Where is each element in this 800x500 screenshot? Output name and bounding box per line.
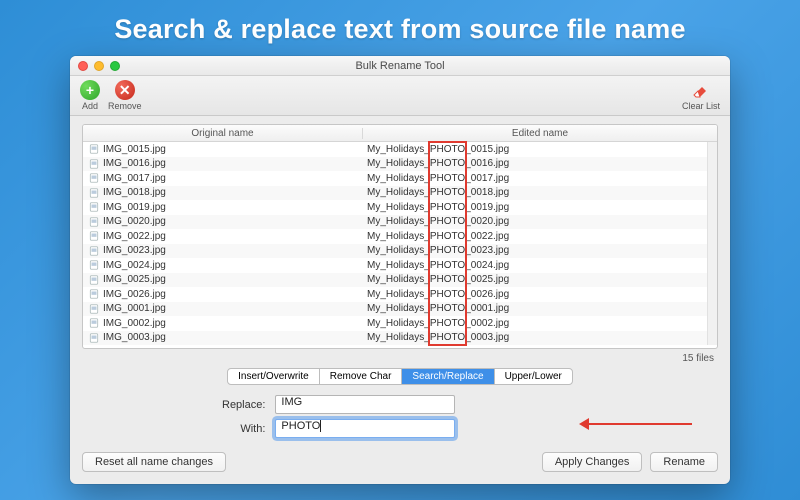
file-count: 15 files: [82, 349, 718, 366]
remove-button[interactable]: ✕ Remove: [108, 80, 142, 111]
edited-name: My_Holidays_PHOTO_0020.jpg: [363, 216, 707, 227]
original-name: IMG_0020.jpg: [103, 216, 166, 227]
table-row[interactable]: IMG_0001.jpg My_Holidays_PHOTO_0001.jpg: [83, 302, 707, 317]
footer: Reset all name changes Apply Changes Ren…: [70, 442, 730, 484]
plus-icon: +: [80, 80, 100, 100]
edited-name: My_Holidays_PHOTO_0025.jpg: [363, 274, 707, 285]
table-row[interactable]: IMG_0017.jpg My_Holidays_PHOTO_0017.jpg: [83, 171, 707, 186]
original-name: IMG_0024.jpg: [103, 260, 166, 271]
edited-name: My_Holidays_PHOTO_0016.jpg: [363, 158, 707, 169]
table-row[interactable]: IMG_0024.jpg My_Holidays_PHOTO_0024.jpg: [83, 258, 707, 273]
file-icon: [89, 318, 99, 328]
table-row[interactable]: IMG_0019.jpg My_Holidays_PHOTO_0019.jpg: [83, 200, 707, 215]
original-name: IMG_0022.jpg: [103, 231, 166, 242]
table-row[interactable]: IMG_0003.jpg My_Holidays_PHOTO_0003.jpg: [83, 331, 707, 346]
original-name: IMG_0017.jpg: [103, 173, 166, 184]
edited-name: My_Holidays_PHOTO_0002.jpg: [363, 318, 707, 329]
file-icon: [89, 289, 99, 299]
content-area: Original name Edited name IMG_0015.jpg My…: [70, 116, 730, 442]
toolbar: + Add ✕ Remove Clear List: [70, 76, 730, 116]
window-title: Bulk Rename Tool: [70, 60, 730, 72]
app-window: Bulk Rename Tool + Add ✕ Remove Clear Li…: [70, 56, 730, 484]
clear-list-label: Clear List: [682, 101, 720, 111]
file-icon: [89, 275, 99, 285]
edited-name: My_Holidays_PHOTO_0023.jpg: [363, 245, 707, 256]
original-name: IMG_0002.jpg: [103, 318, 166, 329]
file-icon: [89, 333, 99, 343]
remove-label: Remove: [108, 101, 142, 111]
rename-button[interactable]: Rename: [650, 452, 718, 472]
apply-changes-button[interactable]: Apply Changes: [542, 452, 643, 472]
list-rows[interactable]: IMG_0015.jpgMy_Holidays_PHOTO_0015.jpgIM…: [83, 142, 707, 345]
replace-input[interactable]: IMG: [275, 395, 455, 414]
tab-insert-overwrite[interactable]: Insert/Overwrite: [228, 369, 320, 384]
scrollbar[interactable]: [707, 142, 717, 345]
edited-name: My_Holidays_PHOTO_0001.jpg: [363, 303, 707, 314]
table-row[interactable]: IMG_0023.jpg My_Holidays_PHOTO_0023.jpg: [83, 244, 707, 259]
file-icon: [89, 304, 99, 314]
x-icon: ✕: [115, 80, 135, 100]
original-name: IMG_0018.jpg: [103, 187, 166, 198]
tab-search-replace[interactable]: Search/Replace: [402, 369, 494, 384]
original-name: IMG_0003.jpg: [103, 332, 166, 343]
with-label: With:: [222, 423, 265, 435]
reset-button[interactable]: Reset all name changes: [82, 452, 226, 472]
tab-upper-lower[interactable]: Upper/Lower: [495, 369, 572, 384]
file-icon: [89, 159, 99, 169]
file-icon: [89, 173, 99, 183]
file-icon: [89, 188, 99, 198]
file-icon: [89, 217, 99, 227]
col-original[interactable]: Original name: [83, 128, 363, 139]
tab-remove-char[interactable]: Remove Char: [320, 369, 403, 384]
original-name: IMG_0025.jpg: [103, 274, 166, 285]
titlebar: Bulk Rename Tool: [70, 56, 730, 76]
callout-arrow: [582, 423, 692, 425]
add-label: Add: [82, 101, 98, 111]
original-name: IMG_0023.jpg: [103, 245, 166, 256]
search-replace-form: Replace: IMG With: PHOTO: [222, 395, 718, 438]
table-row[interactable]: IMG_0002.jpg My_Holidays_PHOTO_0002.jpg: [83, 316, 707, 331]
file-icon: [89, 144, 99, 154]
list-header: Original name Edited name: [83, 125, 717, 142]
table-row[interactable]: IMG_0020.jpg My_Holidays_PHOTO_0020.jpg: [83, 215, 707, 230]
clear-list-button[interactable]: Clear List: [682, 80, 720, 111]
edited-name: My_Holidays_PHOTO_0024.jpg: [363, 260, 707, 271]
original-name: IMG_0019.jpg: [103, 202, 166, 213]
eraser-icon: [691, 80, 711, 100]
mode-tabs: Insert/Overwrite Remove Char Search/Repl…: [82, 368, 718, 385]
table-row[interactable]: IMG_0015.jpg My_Holidays_PHOTO_0015.jpg: [83, 142, 707, 157]
edited-name: My_Holidays_PHOTO_0017.jpg: [363, 173, 707, 184]
marketing-headline: Search & replace text from source file n…: [0, 0, 800, 45]
table-row[interactable]: IMG_0016.jpg My_Holidays_PHOTO_0016.jpg: [83, 157, 707, 172]
table-row[interactable]: IMG_0022.jpg My_Holidays_PHOTO_0022.jpg: [83, 229, 707, 244]
file-icon: [89, 260, 99, 270]
replace-label: Replace:: [222, 399, 265, 411]
original-name: IMG_0016.jpg: [103, 158, 166, 169]
edited-name: My_Holidays_PHOTO_0018.jpg: [363, 187, 707, 198]
with-input[interactable]: PHOTO: [275, 419, 455, 438]
original-name: IMG_0001.jpg: [103, 303, 166, 314]
table-row[interactable]: IMG_0026.jpg My_Holidays_PHOTO_0026.jpg: [83, 287, 707, 302]
file-icon: [89, 231, 99, 241]
edited-name: My_Holidays_PHOTO_0022.jpg: [363, 231, 707, 242]
edited-name: My_Holidays_PHOTO_0019.jpg: [363, 202, 707, 213]
col-edited[interactable]: Edited name: [363, 128, 717, 139]
file-list: Original name Edited name IMG_0015.jpg My…: [82, 124, 718, 349]
file-icon: [89, 202, 99, 212]
text-caret: [320, 420, 321, 432]
edited-name: My_Holidays_PHOTO_0026.jpg: [363, 289, 707, 300]
original-name: IMG_0015.jpg: [103, 144, 166, 155]
file-icon: [89, 246, 99, 256]
table-row[interactable]: IMG_0025.jpg My_Holidays_PHOTO_0025.jpg: [83, 273, 707, 288]
original-name: IMG_0026.jpg: [103, 289, 166, 300]
table-row[interactable]: IMG_0018.jpg My_Holidays_PHOTO_0018.jpg: [83, 186, 707, 201]
add-button[interactable]: + Add: [80, 80, 100, 111]
edited-name: My_Holidays_PHOTO_0015.jpg: [363, 144, 707, 155]
edited-name: My_Holidays_PHOTO_0003.jpg: [363, 332, 707, 343]
